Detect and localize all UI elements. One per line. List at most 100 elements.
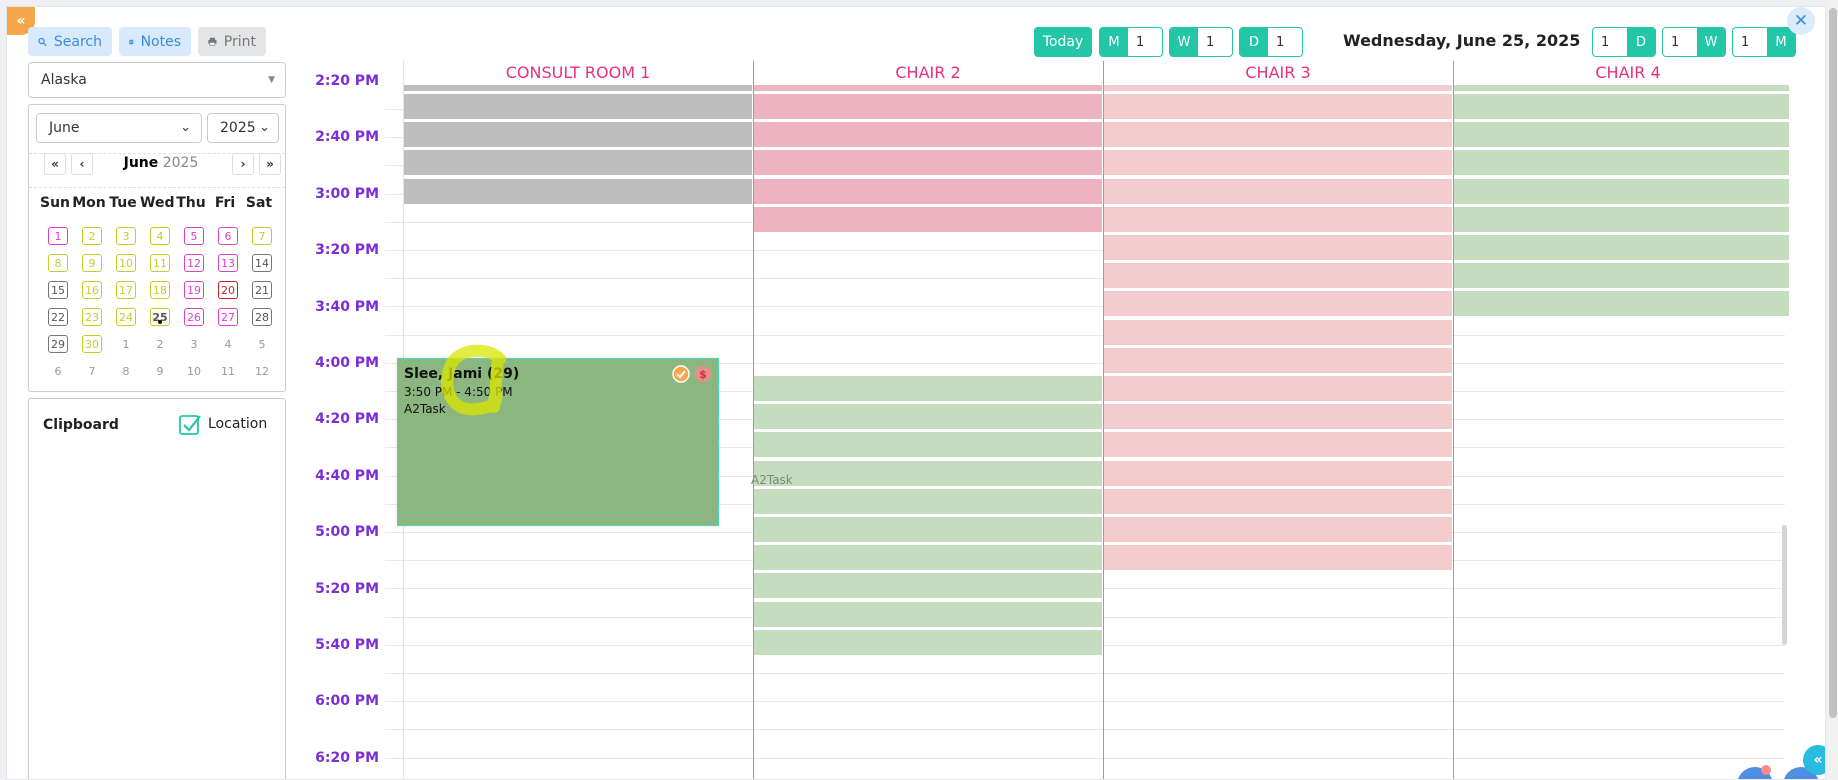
calendar-day[interactable]: 9 bbox=[150, 362, 170, 380]
calendar-day[interactable]: 3 bbox=[184, 335, 204, 353]
booked-slot[interactable] bbox=[754, 489, 1102, 514]
calendar-day[interactable]: 13 bbox=[218, 254, 238, 272]
day-step-button[interactable]: D bbox=[1240, 28, 1268, 56]
booked-slot[interactable] bbox=[1104, 85, 1452, 91]
booked-slot[interactable] bbox=[1104, 207, 1452, 232]
booked-slot[interactable] bbox=[1104, 545, 1452, 570]
booked-slot[interactable] bbox=[754, 94, 1102, 119]
prev-year-button[interactable]: « bbox=[44, 153, 66, 175]
calendar-day[interactable]: 4 bbox=[218, 335, 238, 353]
month-step-button[interactable]: M bbox=[1100, 28, 1128, 56]
booked-slot[interactable] bbox=[404, 150, 752, 175]
calendar-day[interactable]: 1 bbox=[116, 335, 136, 353]
calendar-day[interactable]: 27 bbox=[218, 308, 238, 326]
view-week-button[interactable]: W bbox=[1697, 28, 1725, 56]
calendar-day[interactable]: 4 bbox=[150, 227, 170, 245]
booked-slot[interactable] bbox=[1454, 150, 1789, 175]
booked-slot[interactable] bbox=[1104, 432, 1452, 457]
booked-slot[interactable] bbox=[754, 85, 1102, 91]
booked-slot[interactable] bbox=[1104, 517, 1452, 542]
calendar-day[interactable]: 17 bbox=[116, 281, 136, 299]
year-select[interactable]: 2025 ⌄ bbox=[207, 113, 279, 143]
booked-slot[interactable] bbox=[404, 179, 752, 204]
calendar-day[interactable]: 12 bbox=[252, 362, 272, 380]
calendar-day[interactable]: 19 bbox=[184, 281, 204, 299]
booked-slot[interactable] bbox=[754, 517, 1102, 542]
booked-slot[interactable] bbox=[754, 602, 1102, 627]
booked-slot[interactable] bbox=[1454, 85, 1789, 91]
calendar-day[interactable]: 10 bbox=[184, 362, 204, 380]
calendar-day[interactable]: 8 bbox=[116, 362, 136, 380]
notes-button[interactable]: Notes bbox=[119, 27, 191, 56]
booked-slot[interactable] bbox=[1104, 235, 1452, 260]
calendar-day[interactable]: 15 bbox=[48, 281, 68, 299]
print-button[interactable]: Print bbox=[198, 27, 266, 56]
calendar-day[interactable]: 1 bbox=[48, 227, 68, 245]
calendar-day[interactable]: 7 bbox=[82, 362, 102, 380]
confirmed-check-icon[interactable] bbox=[672, 365, 690, 383]
calendar-day[interactable]: 22 bbox=[48, 308, 68, 326]
booked-slot[interactable] bbox=[754, 122, 1102, 147]
day-step-input[interactable]: 1 bbox=[1268, 28, 1302, 56]
booked-slot[interactable] bbox=[754, 630, 1102, 655]
grid-scrollbar-thumb[interactable] bbox=[1782, 525, 1787, 645]
booked-slot[interactable] bbox=[1454, 263, 1789, 288]
booked-slot[interactable] bbox=[754, 179, 1102, 204]
booked-slot[interactable] bbox=[404, 94, 752, 119]
calendar-day[interactable]: 11 bbox=[218, 362, 238, 380]
prev-month-button[interactable]: ‹ bbox=[71, 153, 93, 175]
view-day-button[interactable]: D bbox=[1627, 28, 1655, 56]
booked-slot[interactable] bbox=[1104, 489, 1452, 514]
calendar-day[interactable]: 6 bbox=[218, 227, 238, 245]
calendar-day[interactable]: 29 bbox=[48, 335, 68, 353]
booked-slot[interactable] bbox=[754, 376, 1102, 401]
calendar-day[interactable]: 2 bbox=[150, 335, 170, 353]
booked-slot[interactable] bbox=[1104, 348, 1452, 373]
expand-panel-icon[interactable]: « bbox=[1803, 745, 1825, 775]
booked-slot[interactable] bbox=[1104, 404, 1452, 429]
today-button[interactable]: Today bbox=[1034, 27, 1092, 57]
calendar-day[interactable]: 11 bbox=[150, 254, 170, 272]
timezone-select[interactable]: Alaska ▼ bbox=[28, 62, 286, 98]
booked-slot[interactable] bbox=[754, 207, 1102, 232]
booked-slot[interactable] bbox=[1104, 150, 1452, 175]
page-scrollbar[interactable] bbox=[1828, 0, 1838, 774]
calendar-day[interactable]: 18 bbox=[150, 281, 170, 299]
calendar-day[interactable]: 7 bbox=[252, 227, 272, 245]
booked-slot[interactable] bbox=[754, 432, 1102, 457]
booked-slot[interactable] bbox=[1454, 291, 1789, 316]
booked-slot[interactable] bbox=[754, 545, 1102, 570]
location-checkbox[interactable]: Location bbox=[179, 413, 267, 435]
calendar-day[interactable]: 10 bbox=[116, 254, 136, 272]
booked-slot[interactable] bbox=[754, 461, 1102, 486]
booked-slot[interactable] bbox=[1454, 179, 1789, 204]
booked-slot[interactable] bbox=[1454, 94, 1789, 119]
calendar-day[interactable]: 5 bbox=[252, 335, 272, 353]
booked-slot[interactable] bbox=[754, 573, 1102, 598]
next-year-button[interactable]: » bbox=[259, 153, 281, 175]
calendar-day[interactable]: 6 bbox=[48, 362, 68, 380]
week-step-button[interactable]: W bbox=[1170, 28, 1198, 56]
appointment-card[interactable]: Slee, Jami (29) 3:50 PM - 4:50 PM A2Task… bbox=[397, 344, 719, 526]
balance-due-icon[interactable]: $ bbox=[694, 365, 712, 383]
next-month-button[interactable]: › bbox=[232, 153, 254, 175]
calendar-day[interactable]: 23 bbox=[82, 308, 102, 326]
calendar-day[interactable]: 8 bbox=[48, 254, 68, 272]
booked-slot[interactable] bbox=[404, 85, 752, 91]
booked-slot[interactable] bbox=[1104, 94, 1452, 119]
booked-slot[interactable] bbox=[1104, 263, 1452, 288]
booked-slot[interactable] bbox=[1104, 179, 1452, 204]
close-icon[interactable]: ✕ bbox=[1787, 7, 1815, 35]
search-button[interactable]: Search bbox=[28, 27, 112, 56]
calendar-day[interactable]: 20 bbox=[218, 281, 238, 299]
calendar-day[interactable]: 5 bbox=[184, 227, 204, 245]
view-day-input[interactable]: 1 bbox=[1593, 28, 1627, 56]
booked-slot[interactable] bbox=[404, 122, 752, 147]
calendar-day[interactable]: 24 bbox=[116, 308, 136, 326]
calendar-day[interactable]: 3 bbox=[116, 227, 136, 245]
calendar-day[interactable]: 12 bbox=[184, 254, 204, 272]
week-step-input[interactable]: 1 bbox=[1198, 28, 1232, 56]
view-week-input[interactable]: 1 bbox=[1663, 28, 1697, 56]
calendar-day[interactable]: 21 bbox=[252, 281, 272, 299]
view-month-button[interactable]: M bbox=[1767, 28, 1795, 56]
